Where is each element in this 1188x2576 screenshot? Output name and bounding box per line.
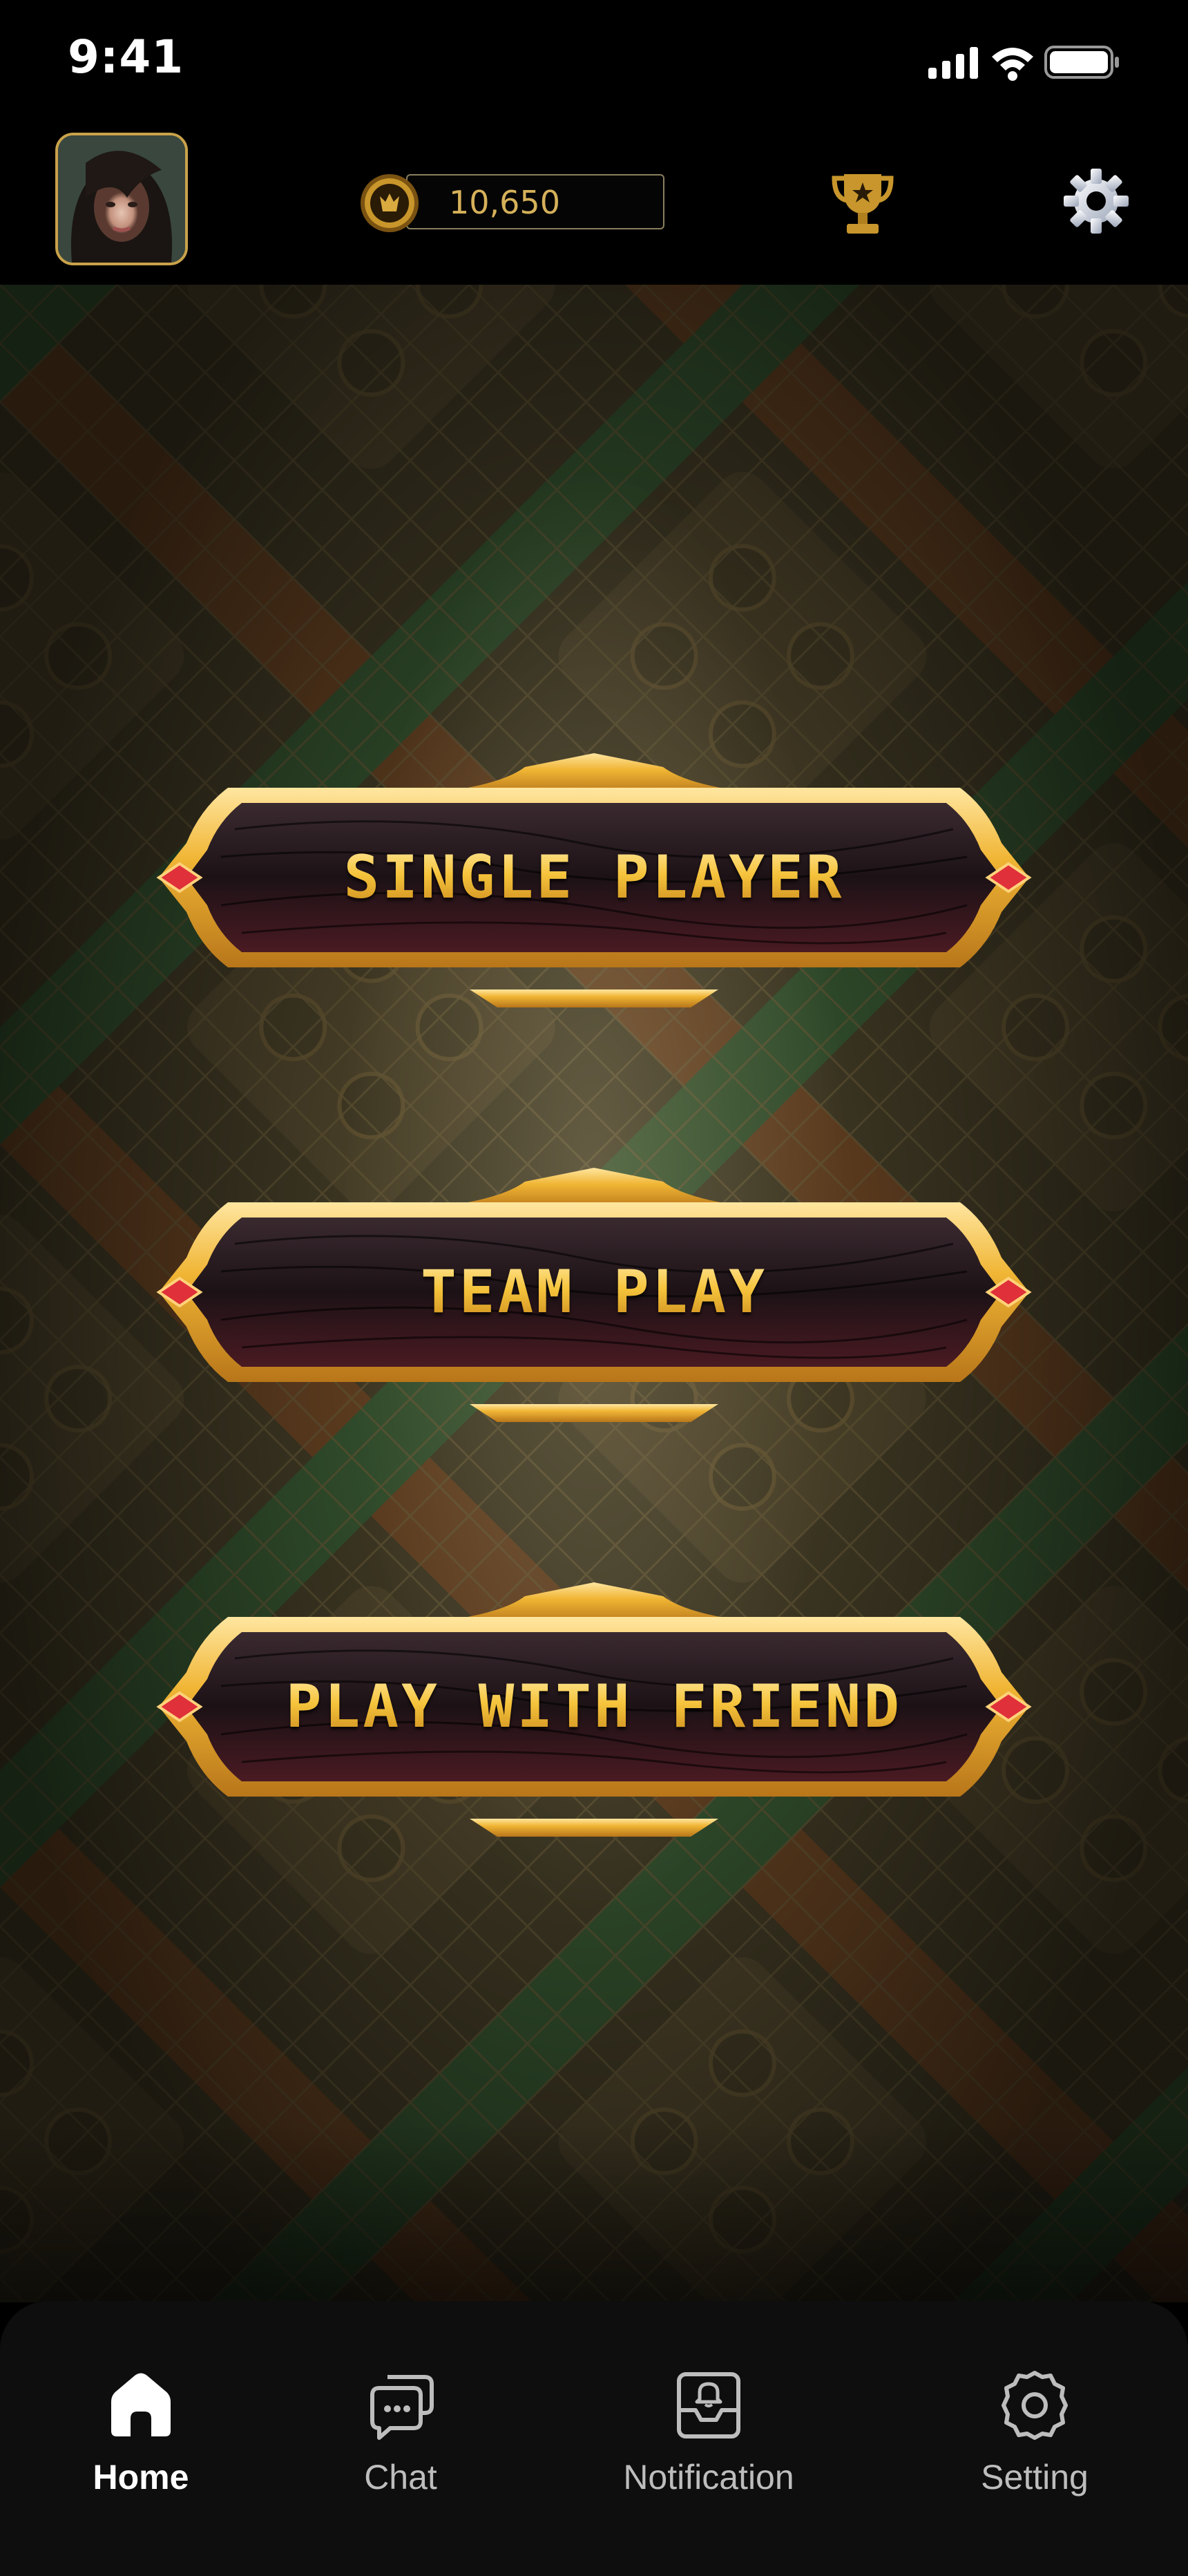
nav-item-home[interactable]: Home (30, 2367, 251, 2519)
status-bar: 9:41 (0, 0, 1188, 124)
nav-label-setting: Setting (981, 2458, 1089, 2497)
single-player-label: SINGLE PLAYER (138, 843, 1050, 912)
settings-button[interactable] (1058, 163, 1134, 239)
chat-icon (370, 2375, 434, 2440)
play-with-friend-button[interactable]: PLAY WITH FRIEND (138, 1569, 1050, 1845)
single-player-button[interactable]: SINGLE PLAYER (138, 739, 1050, 1016)
coin-balance: 10,650 (359, 173, 666, 232)
nav-label-home: Home (93, 2458, 189, 2497)
settings-icon (1002, 2371, 1068, 2440)
cellular-signal-icon (928, 46, 1119, 81)
game-board-background: SINGLE PLAYER TEAM PLAY PLAY WITH FRIEND (0, 285, 1188, 2302)
avatar[interactable] (55, 133, 188, 265)
nav-item-notification[interactable]: Notification (598, 2367, 819, 2519)
nav-label-chat: Chat (364, 2458, 437, 2497)
notification-icon (677, 2372, 740, 2438)
leaderboard-button[interactable] (832, 169, 894, 238)
header: 10,650 (0, 124, 1188, 285)
coin-amount: 10,650 (449, 184, 560, 221)
profile-photo (58, 135, 185, 263)
bottom-navigation: Home Chat Notification Setting (0, 2301, 1188, 2576)
battery-icon (1044, 46, 1119, 79)
nav-label-notification: Notification (623, 2458, 794, 2497)
coin-icon (361, 174, 419, 232)
wifi-icon (992, 48, 1033, 81)
home-icon (111, 2373, 171, 2436)
nav-item-chat[interactable]: Chat (290, 2367, 511, 2519)
trophy-icon (832, 174, 894, 234)
team-play-button[interactable]: TEAM PLAY (138, 1154, 1050, 1430)
status-icons (928, 41, 1122, 83)
bottom-shade (0, 2123, 1188, 2302)
team-play-label: TEAM PLAY (138, 1258, 1050, 1327)
gear-icon (1064, 169, 1129, 234)
play-with-friend-label: PLAY WITH FRIEND (138, 1672, 1050, 1741)
nav-item-setting[interactable]: Setting (924, 2367, 1145, 2519)
status-time: 9:41 (68, 30, 184, 84)
